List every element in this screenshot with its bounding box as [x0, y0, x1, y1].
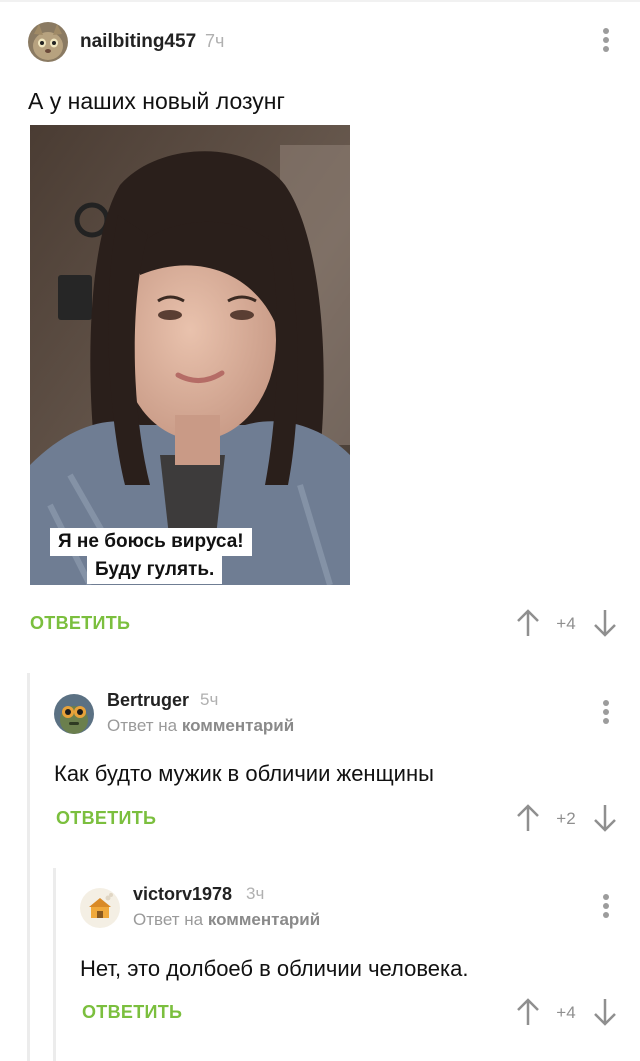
- thread-line-level2: [53, 868, 56, 1061]
- comment1-reply-button[interactable]: ОТВЕТИТЬ: [56, 808, 156, 829]
- post-image[interactable]: Я не боюсь вируса! Буду гулять.: [30, 125, 350, 585]
- comment1-time: 5ч: [200, 690, 219, 709]
- top-divider: [0, 0, 640, 2]
- image-caption-line1: Я не боюсь вируса!: [50, 528, 252, 556]
- comment1-arrow-up-icon[interactable]: [515, 804, 541, 832]
- post-image-illustration: [30, 125, 350, 585]
- comment1-text: Как будто мужик в обличии женщины: [54, 761, 434, 786]
- post-username[interactable]: nailbiting457: [80, 31, 196, 53]
- comment1-menu-dots-icon[interactable]: [596, 700, 616, 724]
- post-score: +4: [556, 614, 576, 633]
- post-time: 7ч: [205, 31, 225, 51]
- comment1-reply-to[interactable]: Ответ на комментарий: [107, 716, 294, 736]
- comment2-arrow-up-icon[interactable]: [515, 998, 541, 1026]
- thread-line-level1: [27, 673, 30, 1061]
- comment1-reply-to-link[interactable]: комментарий: [182, 716, 294, 735]
- image-caption-line2: Буду гулять.: [87, 556, 223, 584]
- post-author-avatar[interactable]: [28, 22, 68, 62]
- comment1-username[interactable]: Bertruger: [107, 690, 189, 711]
- post-arrow-down-icon[interactable]: [592, 609, 618, 637]
- comment2-score: +4: [556, 1003, 576, 1022]
- post-arrow-up-icon[interactable]: [515, 609, 541, 637]
- post-reply-button[interactable]: ОТВЕТИТЬ: [30, 613, 130, 634]
- comment2-username[interactable]: victorv1978: [133, 884, 232, 905]
- comment1-arrow-down-icon[interactable]: [592, 804, 618, 832]
- comment1-avatar[interactable]: [54, 694, 94, 734]
- comment2-reply-to-link[interactable]: комментарий: [208, 910, 320, 929]
- post-menu-dots-icon[interactable]: [596, 28, 616, 52]
- comment2-reply-to-prefix: Ответ на: [133, 910, 204, 929]
- comment2-reply-button[interactable]: ОТВЕТИТЬ: [82, 1002, 182, 1023]
- comment2-text: Нет, это долбоеб в обличии человека.: [80, 956, 469, 981]
- post-text: А у наших новый лозунг: [28, 88, 285, 114]
- comment2-menu-dots-icon[interactable]: [596, 894, 616, 918]
- comment2-arrow-down-icon[interactable]: [592, 998, 618, 1026]
- comment2-reply-to[interactable]: Ответ на комментарий: [133, 910, 320, 930]
- comment2-time: 3ч: [246, 884, 265, 903]
- comment1-reply-to-prefix: Ответ на: [107, 716, 178, 735]
- comment1-score: +2: [556, 809, 576, 828]
- comment2-avatar[interactable]: [80, 888, 120, 928]
